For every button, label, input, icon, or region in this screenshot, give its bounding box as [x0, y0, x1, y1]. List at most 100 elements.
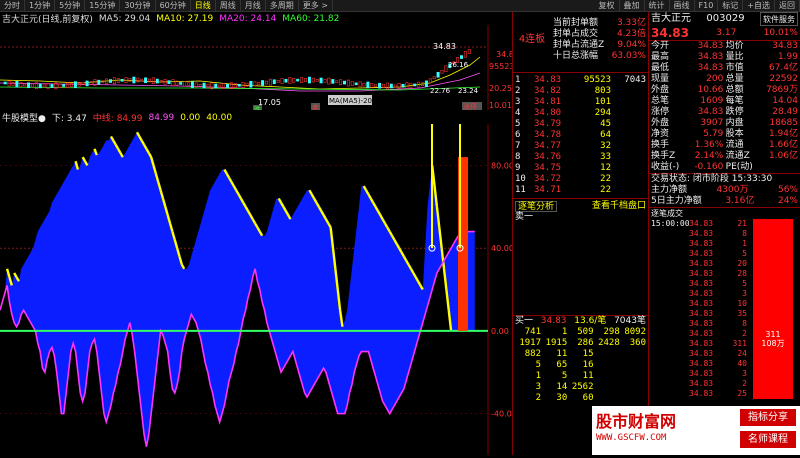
candle [128, 78, 132, 82]
queue-cell: 2562 [571, 382, 594, 392]
period-tab[interactable]: 1分钟 [25, 0, 56, 12]
period-tab[interactable]: 15分钟 [85, 0, 121, 12]
quote-value: 1609 [700, 96, 724, 106]
candle [303, 78, 307, 82]
candle [120, 78, 124, 82]
trade-time [651, 269, 687, 279]
quote-value [758, 162, 798, 173]
tool-button[interactable]: F10 [695, 0, 719, 12]
candle [38, 83, 42, 89]
queue-cell [620, 371, 646, 382]
period-tab[interactable]: 分时 [0, 0, 25, 12]
bid-row: 10 34.72 22 [513, 174, 648, 185]
trade-row: 34.83 8 [649, 229, 749, 239]
tool-button[interactable]: 叠加 [620, 0, 645, 12]
trade-price: 34.83 [689, 349, 714, 358]
tool-button[interactable]: 标记 [718, 0, 744, 12]
big-order-amt: 108万 [761, 339, 785, 348]
share-tag[interactable]: 指标分享 [740, 409, 796, 426]
indicator-param-1: 中线: 84.99 [92, 114, 143, 124]
bid-orders: 7043 [624, 75, 646, 85]
trade-row: 34.83 40 [649, 359, 749, 369]
bid-price: 34.81 [534, 97, 562, 107]
quote-label: 换手 [651, 140, 670, 150]
candle [319, 77, 323, 84]
trade-time [651, 349, 687, 359]
bid-level: 9 [515, 163, 521, 173]
trade-price: 34.83 [689, 239, 714, 248]
quote-label: 外盘 [651, 118, 670, 128]
queue-cell: 1917 [519, 338, 541, 348]
order-book-panel: 4连板 当前封单额 3.33亿 封单占成交 4.23倍 封单占流通Z 9.04% 十日总涨幅… [512, 12, 648, 455]
quote-value: 2.14% [694, 151, 724, 161]
trade-row: 34.83 24 [649, 349, 749, 359]
kline-chart[interactable]: 34.83 17.05 26.16 22.76 23.24 34.83 9552… [0, 25, 520, 114]
bid-level: 6 [515, 130, 521, 140]
quote-row: 最低 34.83 市值 67.4亿 [649, 63, 800, 74]
tick-analysis-button[interactable]: 逐笔分析 [515, 201, 558, 212]
bid-volume: 22 [600, 185, 611, 195]
tool-button[interactable]: 返回 [775, 0, 800, 12]
queue-cell [620, 393, 646, 404]
period-tab[interactable]: 月线 [241, 0, 266, 12]
queue-cell: 1915 [545, 338, 568, 348]
tool-button[interactable]: 复权 [595, 0, 620, 12]
trade-row: 34.83 1 [649, 239, 749, 249]
thousand-level-button[interactable]: 查看千档盘口 [592, 201, 646, 212]
tool-button[interactable]: 画线 [670, 0, 695, 12]
queue-cell: 2 [535, 393, 541, 403]
bid-row: 3 34.81 101 [513, 97, 648, 108]
period-tab[interactable]: 日线 [191, 0, 216, 12]
queue-row: 5 65 16 [513, 360, 648, 371]
bid-orders [616, 108, 646, 119]
bid-row: 8 34.76 33 [513, 152, 648, 163]
queue-row: 1917 1915 286 2428 360 [513, 338, 648, 349]
candle [268, 78, 272, 86]
quote-label: 换手Z [651, 151, 676, 161]
period-tab[interactable]: 60分钟 [156, 0, 191, 12]
tool-button[interactable]: 统计 [645, 0, 670, 12]
bid-volume: 294 [594, 108, 611, 118]
bid-volume: 12 [600, 163, 611, 173]
trade-volume: 21 [737, 219, 747, 228]
ma-tooltip: MA(MA5)-20.36 [329, 97, 384, 105]
queue-cell [594, 349, 620, 360]
quote-value: 1.94亿 [768, 129, 798, 139]
main5-value: 3.16亿 [725, 196, 755, 206]
trades-title: 逐笔成交 [651, 209, 683, 218]
period-tab[interactable]: 5分钟 [55, 0, 86, 12]
candle [288, 77, 292, 84]
trade-price: 34.83 [689, 329, 714, 338]
period-tab[interactable]: 周线 [216, 0, 241, 12]
queue-cell: 60 [582, 393, 594, 403]
period-tab[interactable]: 30分钟 [120, 0, 156, 12]
mark-23-label: 23.24 [458, 87, 479, 95]
trade-price: 34.83 [689, 309, 714, 318]
period-tab[interactable]: 多周期 [266, 0, 299, 12]
trade-row: 34.83 28 [649, 269, 749, 279]
queue-cell: 1 [561, 327, 568, 337]
candle [144, 77, 148, 84]
queue-cell: 11 [582, 371, 594, 381]
buy-order-count: 7043笔 [614, 316, 646, 326]
course-tag[interactable]: 名师课程 [740, 431, 796, 448]
trade-price: 34.83 [689, 299, 714, 308]
quote-value: 5.79 [703, 129, 724, 139]
bid-price: 34.76 [534, 152, 562, 162]
bid-row: 7 34.77 32 [513, 141, 648, 152]
trade-row: 34.83 10 [649, 299, 749, 309]
tool-button[interactable]: +自选 [743, 0, 775, 12]
indicator-chart[interactable]: 80.00 40.00 0.00 -40.00 [0, 124, 517, 455]
trade-volume: 3 [742, 289, 747, 298]
period-tab[interactable]: 更多 > [299, 0, 333, 12]
queue-cell: 30 [556, 393, 568, 403]
quote-row: 净资 5.79 股本 1.94亿 [649, 129, 800, 140]
quote-label: 总量 [725, 74, 744, 84]
price-mid-axis: 20.25 [489, 84, 512, 93]
sector-button[interactable]: 软件服务 [760, 12, 798, 26]
price-change: 3.17 [716, 28, 737, 38]
trade-time [651, 319, 687, 329]
queue-cell: 15 [582, 349, 594, 359]
queue-cell [594, 393, 620, 404]
quote-label: 涨停 [651, 107, 670, 117]
